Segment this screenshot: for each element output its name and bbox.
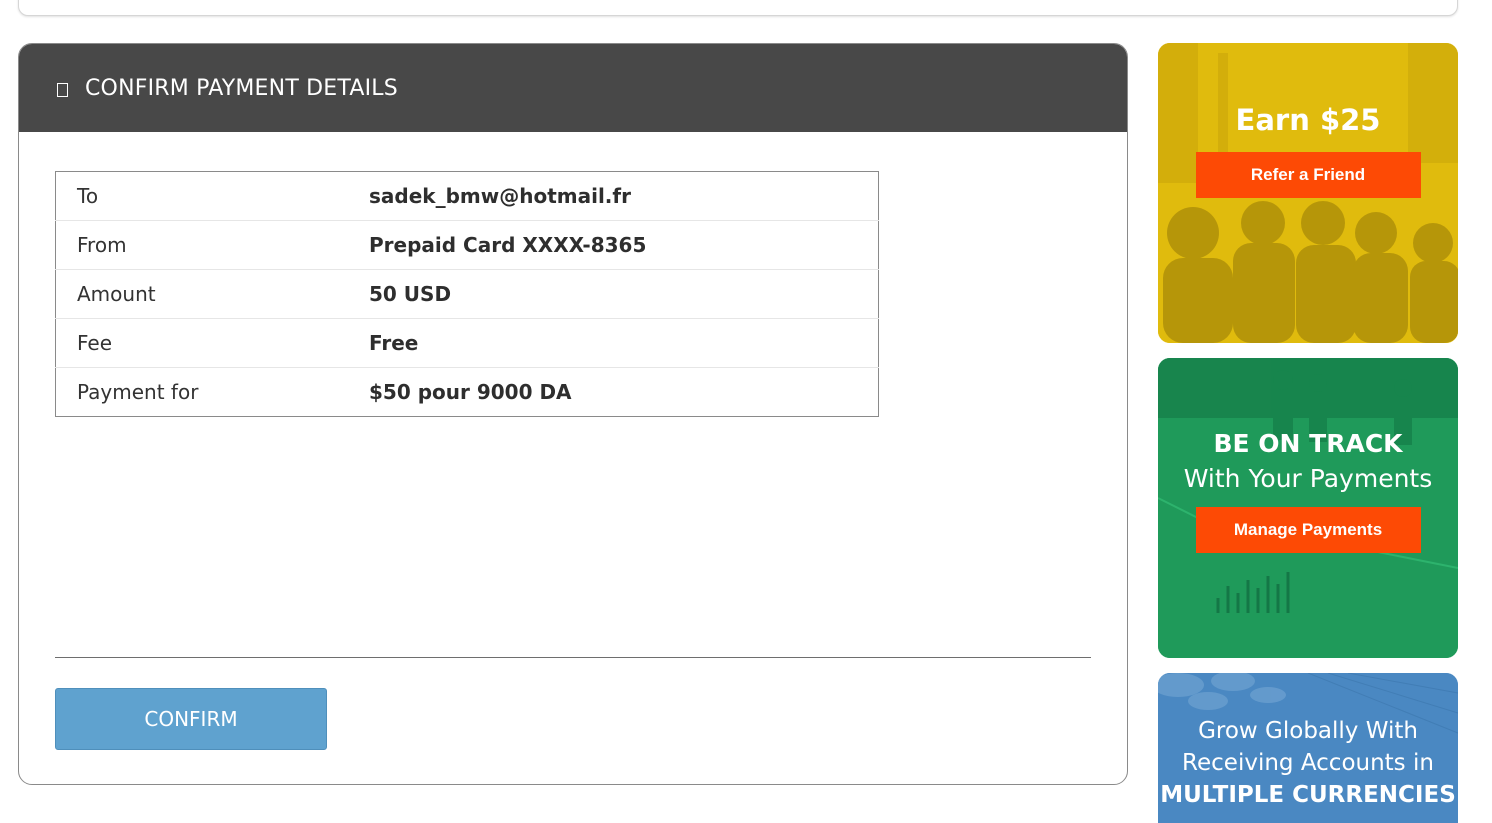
refer-a-friend-button[interactable]: Refer a Friend <box>1195 152 1421 198</box>
referral-promo-banner[interactable]: Earn $25 Refer a Friend <box>1158 43 1458 343</box>
currencies-line-3: MULTIPLE CURRENCIES <box>1160 782 1456 808</box>
payments-headline: BE ON TRACK <box>1213 429 1403 458</box>
multiple-currencies-promo-banner[interactable]: Grow Globally With Receiving Accounts in… <box>1158 673 1458 823</box>
detail-value-payment-for: $50 pour 9000 DA <box>369 380 572 404</box>
table-row: Fee Free <box>55 318 879 368</box>
detail-label-payment-for: Payment for <box>77 380 199 404</box>
table-row: From Prepaid Card XXXX-8365 <box>55 220 879 270</box>
table-row: Payment for $50 pour 9000 DA <box>56 368 879 417</box>
referral-headline: Earn $25 <box>1235 103 1381 137</box>
detail-label-fee: Fee <box>55 318 369 368</box>
detail-label-amount: Amount <box>55 269 369 319</box>
currencies-line-2: Receiving Accounts in <box>1182 750 1434 776</box>
panel-title: CONFIRM PAYMENT DETAILS <box>85 75 398 101</box>
manage-payments-promo-content: BE ON TRACK With Your Payments Manage Pa… <box>1158 358 1458 553</box>
manage-payments-button[interactable]: Manage Payments <box>1195 507 1421 553</box>
currencies-line-1: Grow Globally With <box>1198 718 1418 744</box>
confirm-button[interactable]: CONFIRM <box>55 688 327 750</box>
detail-value-fee: Free <box>369 318 879 368</box>
table-row: Amount 50 USD <box>55 269 879 319</box>
document-icon <box>57 82 68 97</box>
top-card <box>18 0 1458 16</box>
detail-label-to: To <box>55 171 369 221</box>
divider <box>55 657 1091 658</box>
detail-value-to: sadek_bmw@hotmail.fr <box>369 171 879 221</box>
detail-value-amount: 50 USD <box>369 269 879 319</box>
referral-promo-content: Earn $25 Refer a Friend <box>1158 43 1458 198</box>
payment-details-table: To sadek_bmw@hotmail.fr From Prepaid Car… <box>55 171 879 417</box>
table-row: To sadek_bmw@hotmail.fr <box>55 171 879 221</box>
panel-header: CONFIRM PAYMENT DETAILS <box>19 44 1127 132</box>
detail-label-from: From <box>55 220 369 270</box>
confirm-payment-panel: CONFIRM PAYMENT DETAILS To sadek_bmw@hot… <box>18 43 1128 785</box>
detail-value-from: Prepaid Card XXXX-8365 <box>369 220 879 270</box>
manage-payments-promo-banner[interactable]: BE ON TRACK With Your Payments Manage Pa… <box>1158 358 1458 658</box>
payments-subline: With Your Payments <box>1183 464 1433 493</box>
currencies-promo-content: Grow Globally With Receiving Accounts in… <box>1158 673 1458 811</box>
